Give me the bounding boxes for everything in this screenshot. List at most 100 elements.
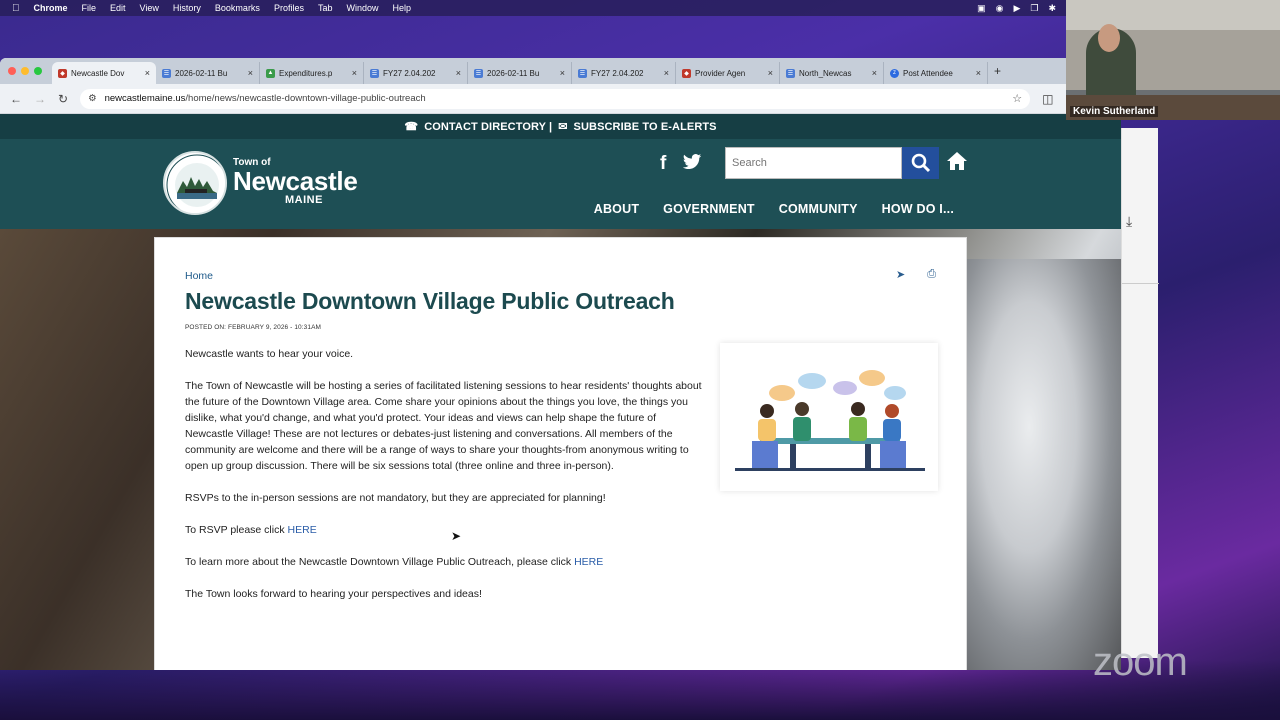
town-seal-logo[interactable] bbox=[163, 151, 227, 215]
share-icon[interactable]: ➤ bbox=[896, 268, 905, 281]
tab-title: Expenditures.p bbox=[279, 68, 333, 78]
window-icon[interactable]: ❐ bbox=[1030, 3, 1038, 14]
browser-tab[interactable]: z Post Attendee × bbox=[884, 62, 988, 84]
url-host: newcastlemaine.us bbox=[104, 93, 186, 104]
rsvp-here-link[interactable]: HERE bbox=[288, 524, 317, 536]
bookmark-star-icon[interactable]: ☆ bbox=[1012, 92, 1022, 105]
nav-community[interactable]: COMMUNITY bbox=[779, 202, 858, 216]
posted-date: POSTED ON: FEBRUARY 9, 2026 - 10:31AM bbox=[185, 324, 322, 331]
menu-help[interactable]: Help bbox=[392, 3, 411, 13]
new-tab-plus-icon[interactable]: + bbox=[994, 64, 1001, 78]
zoom-video-thumbnail[interactable]: Kevin Sutherland bbox=[1066, 0, 1280, 120]
site-topbar: ☎ CONTACT DIRECTORY | ✉ SUBSCRIBE TO E-A… bbox=[0, 114, 1121, 139]
mac-menubar:  Chrome File Edit View History Bookmark… bbox=[0, 0, 1066, 16]
browser-tab[interactable]: ☰ FY27 2.04.202 × bbox=[364, 62, 468, 84]
home-icon[interactable] bbox=[946, 151, 968, 176]
twitter-icon[interactable] bbox=[682, 153, 702, 177]
webpage: ☎ CONTACT DIRECTORY | ✉ SUBSCRIBE TO E-A… bbox=[0, 114, 1121, 670]
article-card: Home ➤ ⎙ Newcastle Downtown Village Publ… bbox=[154, 237, 967, 670]
paragraph: To learn more about the Newcastle Downto… bbox=[185, 554, 705, 570]
browser-tab[interactable]: ☰ 2026-02-11 Bu × bbox=[156, 62, 260, 84]
close-window-button[interactable] bbox=[8, 67, 16, 75]
tab-strip: ◆ Newcastle Dov × ☰ 2026-02-11 Bu × ▲ Ex… bbox=[0, 58, 1121, 84]
print-icon[interactable]: ⎙ bbox=[927, 268, 936, 281]
search-icon bbox=[911, 153, 930, 173]
menu-tab[interactable]: Tab bbox=[318, 3, 333, 13]
close-tab-icon[interactable]: × bbox=[248, 68, 253, 78]
docs-favicon-icon: ☰ bbox=[370, 68, 379, 78]
sidepanel-icon[interactable]: ◫ bbox=[1042, 92, 1053, 106]
nav-about[interactable]: ABOUT bbox=[594, 202, 639, 216]
docs-favicon-icon: ☰ bbox=[474, 68, 483, 78]
close-tab-icon[interactable]: × bbox=[872, 68, 877, 78]
paragraph: The Town of Newcastle will be hosting a … bbox=[185, 380, 702, 472]
learn-more-here-link[interactable]: HERE bbox=[574, 556, 603, 568]
download-icon[interactable]: ⤓ bbox=[1126, 213, 1132, 230]
mouse-cursor-icon: ➤ bbox=[451, 529, 462, 543]
article-body: Newcastle wants to hear your voice. The … bbox=[185, 346, 705, 618]
tab-favicon-icon: ◆ bbox=[682, 68, 691, 78]
menubar-app-name[interactable]: Chrome bbox=[34, 3, 68, 13]
menu-history[interactable]: History bbox=[173, 3, 201, 13]
breadcrumb-home[interactable]: Home bbox=[185, 270, 213, 282]
contact-directory-link[interactable]: CONTACT DIRECTORY | bbox=[424, 121, 552, 133]
site-search-button[interactable] bbox=[902, 147, 939, 179]
docs-favicon-icon: ☰ bbox=[162, 68, 171, 78]
nav-government[interactable]: GOVERNMENT bbox=[663, 202, 755, 216]
nav-how-do-i[interactable]: HOW DO I... bbox=[882, 202, 954, 216]
close-tab-icon[interactable]: × bbox=[560, 68, 565, 78]
back-arrow-icon[interactable]: ← bbox=[10, 92, 22, 106]
participant-name-label: Kevin Sutherland bbox=[1070, 106, 1159, 117]
paragraph: Newcastle wants to hear your voice. bbox=[185, 348, 354, 360]
play-icon[interactable]: ▶ bbox=[1013, 3, 1020, 14]
close-tab-icon[interactable]: × bbox=[145, 68, 150, 78]
menu-bookmarks[interactable]: Bookmarks bbox=[215, 3, 260, 13]
paragraph: RSVPs to the in-person sessions are not … bbox=[185, 492, 606, 504]
menu-edit[interactable]: Edit bbox=[110, 3, 126, 13]
learn-more-text: To learn more about the Newcastle Downto… bbox=[185, 556, 575, 568]
url-input[interactable]: ⚙ newcastlemaine.us/home/news/newcastle-… bbox=[80, 88, 1031, 109]
close-tab-icon[interactable]: × bbox=[768, 68, 773, 78]
subscribe-link[interactable]: SUBSCRIBE TO E-ALERTS bbox=[574, 121, 717, 133]
site-search-input[interactable] bbox=[725, 147, 902, 179]
zoom-window-button[interactable] bbox=[34, 67, 42, 75]
main-nav: ABOUT GOVERNMENT COMMUNITY HOW DO I... bbox=[594, 202, 954, 216]
record-icon[interactable]: ◉ bbox=[996, 3, 1004, 14]
screen-share-icon[interactable]: ▣ bbox=[977, 3, 986, 14]
menu-profiles[interactable]: Profiles bbox=[274, 3, 304, 13]
close-tab-icon[interactable]: × bbox=[456, 68, 461, 78]
close-tab-icon[interactable]: × bbox=[352, 68, 357, 78]
rsvp-text: To RSVP please click bbox=[185, 524, 288, 536]
browser-tab[interactable]: ▲ Expenditures.p × bbox=[260, 62, 364, 84]
tab-title: FY27 2.04.202 bbox=[383, 68, 436, 78]
docs-favicon-icon: ☰ bbox=[578, 68, 587, 78]
zoom-watermark-logo: zoom bbox=[1093, 640, 1188, 684]
site-settings-icon[interactable]: ⚙ bbox=[88, 93, 97, 104]
menu-view[interactable]: View bbox=[140, 3, 159, 13]
browser-tab[interactable]: ☰ FY27 2.04.202 × bbox=[572, 62, 676, 84]
minimize-window-button[interactable] bbox=[21, 67, 29, 75]
reload-icon[interactable]: ↻ bbox=[58, 92, 68, 106]
docs-favicon-icon: ☰ bbox=[786, 68, 795, 78]
site-header: Town of Newcastle MAINE f ABOUT GOVERNME… bbox=[0, 139, 1121, 229]
forward-arrow-icon[interactable]: → bbox=[34, 92, 46, 106]
menu-window[interactable]: Window bbox=[346, 3, 378, 13]
town-wordmark[interactable]: Town of Newcastle MAINE bbox=[233, 157, 358, 206]
apple-icon[interactable]:  bbox=[12, 3, 20, 14]
browser-tab[interactable]: ☰ North_Newcas × bbox=[780, 62, 884, 84]
zoom-favicon-icon: z bbox=[890, 68, 899, 78]
close-tab-icon[interactable]: × bbox=[976, 68, 981, 78]
menu-file[interactable]: File bbox=[82, 3, 97, 13]
browser-tab[interactable]: ◆ Newcastle Dov × bbox=[52, 62, 156, 84]
close-tab-icon[interactable]: × bbox=[664, 68, 669, 78]
browser-tab[interactable]: ◆ Provider Agen × bbox=[676, 62, 780, 84]
address-bar-row: ← → ↻ ⚙ newcastlemaine.us/home/news/newc… bbox=[0, 84, 1121, 114]
tab-title: 2026-02-11 Bu bbox=[487, 68, 540, 78]
browser-tab[interactable]: ☰ 2026-02-11 Bu × bbox=[468, 62, 572, 84]
facebook-icon[interactable]: f bbox=[660, 153, 666, 177]
tab-title: FY27 2.04.202 bbox=[591, 68, 644, 78]
url-path: /home/news/newcastle-downtown-village-pu… bbox=[185, 93, 426, 104]
article-title: Newcastle Downtown Village Public Outrea… bbox=[185, 288, 675, 314]
video-participant-head bbox=[1098, 24, 1120, 52]
bluetooth-icon[interactable]: ✱ bbox=[1048, 3, 1056, 14]
